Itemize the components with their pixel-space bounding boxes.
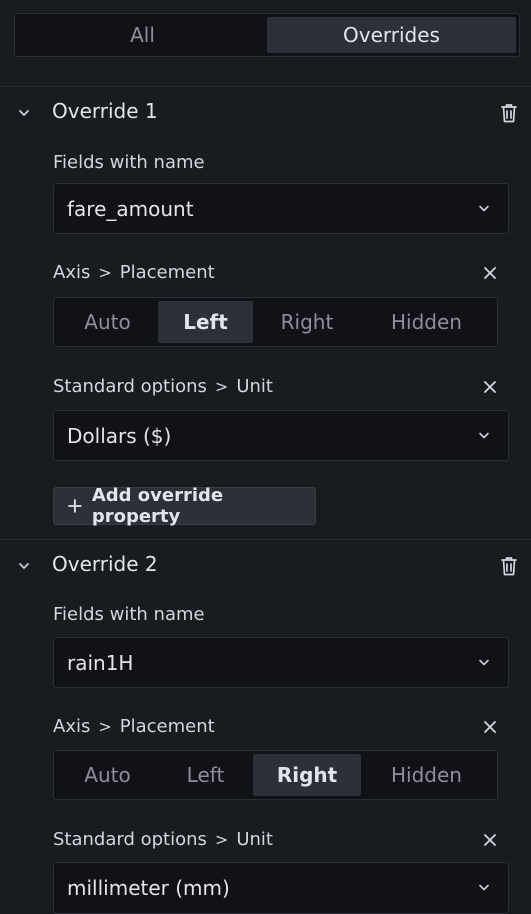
divider (0, 86, 531, 87)
override-1: Override 1 Fields with name fare_amount … (0, 95, 531, 539)
placement-option-hidden[interactable]: Hidden (361, 754, 492, 796)
property-label-unit: Standard options > Unit (53, 376, 273, 397)
tab-overrides[interactable]: Overrides (267, 17, 516, 53)
property-group: Axis (53, 716, 91, 737)
trash-icon[interactable] (499, 102, 519, 124)
close-icon[interactable] (482, 265, 498, 281)
property-group: Standard options (53, 829, 207, 850)
placement-option-auto[interactable]: Auto (57, 754, 158, 796)
add-override-property-label: Add override property (91, 485, 224, 527)
property-label-axis: Axis > Placement (53, 716, 215, 737)
placement-option-hidden[interactable]: Hidden (361, 301, 492, 343)
chevron-down-icon (479, 659, 489, 666)
property-label-unit: Standard options > Unit (53, 829, 273, 850)
axis-placement-radio: Auto Left Right Hidden (53, 750, 498, 800)
chevron-down-icon[interactable] (17, 106, 31, 120)
options-tabs: All Overrides (14, 13, 520, 57)
separator: > (214, 830, 229, 849)
property-name: Placement (119, 262, 215, 283)
property-group: Axis (53, 262, 91, 283)
property-name: Unit (236, 376, 273, 397)
placement-option-auto[interactable]: Auto (57, 301, 158, 343)
plus-icon (68, 499, 82, 513)
unit-value: Dollars ($) (67, 424, 172, 448)
property-name: Placement (119, 716, 215, 737)
axis-placement-radio: Auto Left Right Hidden (53, 297, 498, 347)
chevron-down-icon (479, 884, 489, 891)
property-label-axis: Axis > Placement (53, 262, 215, 283)
matcher-label: Fields with name (53, 604, 205, 625)
placement-option-right[interactable]: Right (253, 301, 361, 343)
override-title: Override 2 (52, 552, 158, 576)
property-name: Unit (236, 829, 273, 850)
placement-option-right[interactable]: Right (253, 754, 361, 796)
override-header[interactable]: Override 2 (0, 548, 531, 584)
unit-select[interactable]: millimeter (mm) (53, 862, 509, 914)
chevron-down-icon (479, 205, 489, 212)
trash-icon[interactable] (499, 555, 519, 577)
close-icon[interactable] (482, 379, 498, 395)
separator: > (214, 377, 229, 396)
add-override-property-button[interactable]: Add override property (53, 485, 316, 527)
override-header[interactable]: Override 1 (0, 95, 531, 131)
field-name-value: rain1H (67, 651, 134, 675)
tab-all[interactable]: All (18, 17, 267, 53)
matcher-label: Fields with name (53, 152, 205, 173)
unit-select[interactable]: Dollars ($) (53, 410, 509, 461)
placement-option-left[interactable]: Left (158, 754, 253, 796)
property-group: Standard options (53, 376, 207, 397)
field-name-select[interactable]: rain1H (53, 637, 509, 688)
placement-option-left[interactable]: Left (158, 301, 253, 343)
chevron-down-icon (479, 432, 489, 439)
unit-value: millimeter (mm) (67, 876, 230, 900)
chevron-down-icon[interactable] (17, 559, 31, 573)
override-2: Override 2 Fields with name rain1H Axis >… (0, 548, 531, 914)
separator: > (98, 263, 112, 282)
close-icon[interactable] (482, 832, 498, 848)
field-name-value: fare_amount (67, 197, 194, 221)
override-title: Override 1 (52, 99, 158, 123)
divider (0, 539, 531, 540)
field-name-select[interactable]: fare_amount (53, 183, 509, 234)
separator: > (98, 717, 112, 736)
close-icon[interactable] (482, 719, 498, 735)
